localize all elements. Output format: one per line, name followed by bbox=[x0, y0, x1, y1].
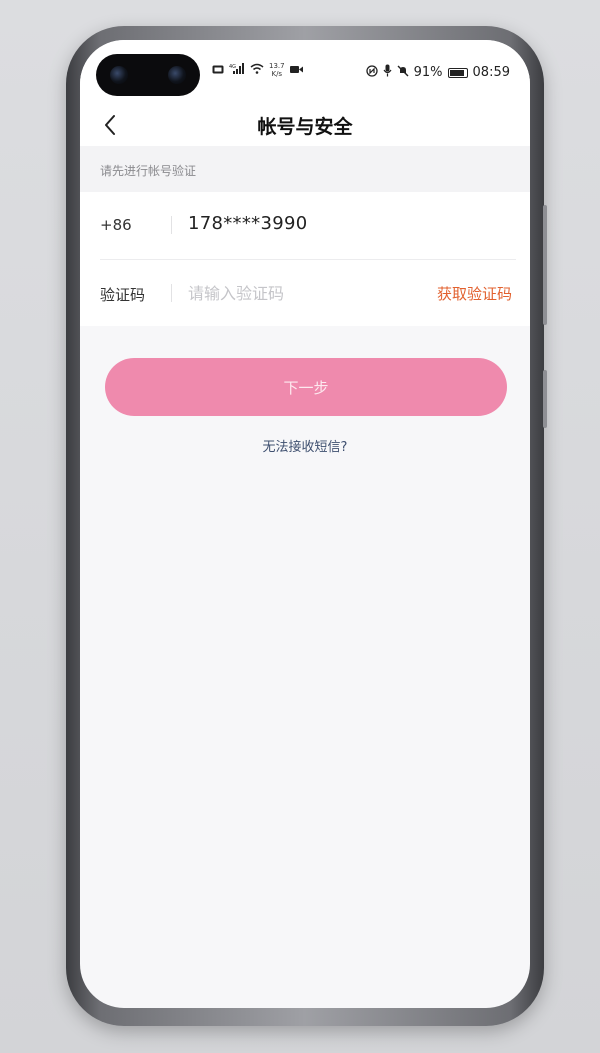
page-title: 帐号与安全 bbox=[257, 116, 353, 138]
country-code[interactable]: +86 bbox=[100, 216, 132, 234]
next-step-button[interactable]: 下一步 bbox=[105, 358, 507, 416]
status-left-icons: 4G 13.7 K/s bbox=[212, 62, 303, 78]
network-speed-value: 13.7 bbox=[269, 62, 285, 70]
camera-lens-icon bbox=[110, 66, 128, 84]
field-divider bbox=[171, 216, 172, 234]
camera-lens-icon bbox=[168, 66, 186, 84]
nav-bar: 帐号与安全 bbox=[80, 106, 530, 146]
microphone-icon bbox=[383, 64, 392, 81]
battery-icon bbox=[447, 67, 468, 78]
volume-button bbox=[543, 205, 547, 325]
phone-row: +86 178****3990 bbox=[80, 192, 530, 258]
svg-text:4G: 4G bbox=[229, 64, 236, 70]
status-bar: 4G 13.7 K/s 91% 08:59 bbox=[80, 40, 530, 106]
front-camera-cutout bbox=[96, 54, 200, 96]
verification-form: +86 178****3990 验证码 获取验证码 bbox=[80, 192, 530, 326]
nfc-icon bbox=[365, 64, 378, 81]
cannot-receive-sms-link[interactable]: 无法接收短信? bbox=[80, 436, 530, 455]
phone-number: 178****3990 bbox=[188, 213, 308, 234]
verification-hint-section: 请先进行帐号验证 bbox=[80, 146, 530, 192]
video-camera-icon bbox=[289, 64, 303, 77]
verification-hint: 请先进行帐号验证 bbox=[100, 164, 197, 178]
code-label: 验证码 bbox=[100, 286, 146, 304]
power-button bbox=[543, 370, 547, 428]
network-speed: 13.7 K/s bbox=[269, 62, 285, 78]
bell-muted-icon bbox=[397, 65, 409, 81]
battery-percent: 91% bbox=[413, 65, 443, 80]
field-divider bbox=[171, 284, 172, 302]
code-row: 验证码 获取验证码 bbox=[80, 260, 530, 326]
network-speed-unit: K/s bbox=[271, 70, 283, 78]
status-right-icons: 91% 08:59 bbox=[365, 64, 510, 81]
cellular-signal-icon: 4G bbox=[229, 63, 245, 77]
status-time: 08:59 bbox=[472, 65, 510, 80]
verification-code-input[interactable] bbox=[188, 278, 408, 308]
hd-icon bbox=[212, 64, 224, 77]
wifi-icon bbox=[250, 63, 264, 77]
get-code-button[interactable]: 获取验证码 bbox=[437, 283, 512, 304]
phone-screen: 4G 13.7 K/s 91% 08:59 帐号与安全 请先进行帐号验证 +86… bbox=[80, 40, 530, 1008]
